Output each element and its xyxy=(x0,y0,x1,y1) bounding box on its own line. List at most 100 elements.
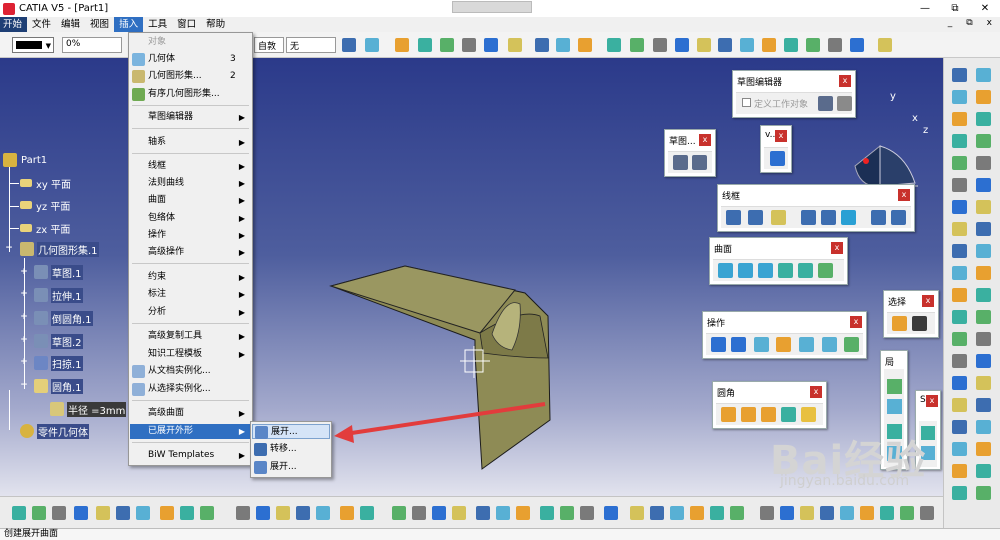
menu-item-geometric-set[interactable]: 几何图形集... 2 xyxy=(130,69,251,84)
toolbar-tool-icon[interactable] xyxy=(535,38,549,52)
toolbar-tool-icon[interactable] xyxy=(653,38,667,52)
workbench-tool-icon[interactable] xyxy=(952,288,967,302)
toolbar-tool-icon[interactable] xyxy=(556,38,570,52)
tree-node-yz-plane[interactable]: yz 平面 xyxy=(20,197,71,213)
plane-icon[interactable] xyxy=(771,210,786,225)
standard-tool-icon[interactable] xyxy=(256,506,270,520)
standard-tool-icon[interactable] xyxy=(276,506,290,520)
workbench-tool-icon[interactable] xyxy=(976,310,991,324)
menu-item-wireframe[interactable]: 线框 ▶ xyxy=(130,159,251,174)
workbench-tool-icon[interactable] xyxy=(952,310,967,324)
tree-node-zx-plane[interactable]: zx 平面 xyxy=(20,220,71,236)
workbench-tool-icon[interactable] xyxy=(952,68,967,82)
split-icon[interactable] xyxy=(731,337,746,352)
fill-icon[interactable] xyxy=(778,263,793,278)
menu-item-annotations[interactable]: 标注 ▶ xyxy=(130,287,251,302)
tree-expander[interactable]: + xyxy=(20,290,28,299)
join-icon[interactable] xyxy=(711,337,726,352)
tritangent-fillet-icon[interactable] xyxy=(801,407,816,422)
workbench-tool-icon[interactable] xyxy=(952,244,967,258)
workbench-tool-icon[interactable] xyxy=(952,222,967,236)
transparency-dropdown[interactable]: 0% xyxy=(62,37,122,53)
standard-tool-icon[interactable] xyxy=(860,506,874,520)
menu-view[interactable]: 视图 xyxy=(85,17,114,32)
workbench-tool-icon[interactable] xyxy=(952,486,967,500)
toolbar-tool-icon[interactable] xyxy=(630,38,644,52)
workbench-tool-icon[interactable] xyxy=(976,200,991,214)
workbench-tool-icon[interactable] xyxy=(976,398,991,412)
edge-fillet-icon[interactable] xyxy=(741,407,756,422)
standard-tool-icon[interactable] xyxy=(920,506,934,520)
standard-tool-icon[interactable] xyxy=(412,506,426,520)
standard-tool-icon[interactable] xyxy=(32,506,46,520)
menu-item-sketcher[interactable]: 草图编辑器 ▶ xyxy=(130,110,251,125)
workbench-tool-icon[interactable] xyxy=(952,420,967,434)
standard-tool-icon[interactable] xyxy=(200,506,214,520)
toolbar-tool-icon[interactable] xyxy=(462,38,476,52)
close-button[interactable]: ✕ xyxy=(970,0,1000,17)
linetype-dropdown[interactable]: 自敦 xyxy=(254,37,284,53)
tree-expander[interactable]: + xyxy=(20,268,28,277)
toolbar-tool-icon[interactable] xyxy=(762,38,776,52)
shape-fillet-icon[interactable] xyxy=(721,407,736,422)
menu-item-operations[interactable]: 操作 ▶ xyxy=(130,228,251,243)
toolbar-tool-icon[interactable] xyxy=(418,38,432,52)
standard-tool-icon[interactable] xyxy=(316,506,330,520)
toolbar-tool-icon[interactable] xyxy=(878,38,892,52)
variable-fillet-icon[interactable] xyxy=(761,407,776,422)
menu-item-biw-templates[interactable]: BiW Templates ▶ xyxy=(130,448,251,463)
toolbar-tool-icon[interactable] xyxy=(342,38,356,52)
workbench-tool-icon[interactable] xyxy=(976,332,991,346)
tree-node-sketch2[interactable]: 草图.2 xyxy=(34,333,83,349)
blend-icon[interactable] xyxy=(818,263,833,278)
toolbar-tool-icon[interactable] xyxy=(508,38,522,52)
projection-icon[interactable] xyxy=(801,210,816,225)
menu-file[interactable]: 文件 xyxy=(27,17,56,32)
standard-tool-icon[interactable] xyxy=(580,506,594,520)
tree-node-sweep1[interactable]: 扫掠.1 xyxy=(34,355,83,371)
workbench-tool-icon[interactable] xyxy=(952,134,967,148)
intersection-icon[interactable] xyxy=(821,210,836,225)
standard-tool-icon[interactable] xyxy=(730,506,744,520)
menu-window[interactable]: 窗口 xyxy=(172,17,201,32)
tree-expander[interactable]: − xyxy=(5,244,13,253)
workbench-tool-icon[interactable] xyxy=(976,178,991,192)
workbench-tool-icon[interactable] xyxy=(976,68,991,82)
menu-item-advanced-replication[interactable]: 高级复制工具 ▶ xyxy=(130,329,251,344)
workbench-tool-icon[interactable] xyxy=(976,420,991,434)
workbench-tool-icon[interactable] xyxy=(952,398,967,412)
standard-tool-icon[interactable] xyxy=(52,506,66,520)
toolbar-tool-icon[interactable] xyxy=(578,38,592,52)
tree-node-part1[interactable]: Part1 xyxy=(3,152,48,168)
standard-tool-icon[interactable] xyxy=(710,506,724,520)
minimize-button[interactable]: — xyxy=(910,0,940,17)
toolbar-tool-icon[interactable] xyxy=(697,38,711,52)
grid-icon[interactable] xyxy=(770,151,785,166)
workbench-tool-icon[interactable] xyxy=(976,156,991,170)
transform-icon[interactable] xyxy=(844,337,859,352)
standard-tool-icon[interactable] xyxy=(432,506,446,520)
workbench-tool-icon[interactable] xyxy=(976,288,991,302)
sketch-position-icon[interactable] xyxy=(692,155,707,170)
standard-tool-icon[interactable] xyxy=(690,506,704,520)
workbench-tool-icon[interactable] xyxy=(976,244,991,258)
offset-icon[interactable] xyxy=(841,210,856,225)
layer-dropdown[interactable]: 无 xyxy=(286,37,336,53)
menu-item-instantiate-from-document[interactable]: 从文档实例化... xyxy=(130,364,251,379)
workbench-tool-icon[interactable] xyxy=(952,376,967,390)
tree-expander[interactable]: + xyxy=(20,336,28,345)
workbench-tool-icon[interactable] xyxy=(952,354,967,368)
standard-tool-icon[interactable] xyxy=(560,506,574,520)
extrapolate-icon[interactable] xyxy=(822,337,837,352)
standard-tool-icon[interactable] xyxy=(296,506,310,520)
workbench-tool-icon[interactable] xyxy=(976,442,991,456)
menu-item-advanced-operations[interactable]: 高级操作 ▶ xyxy=(130,245,251,260)
workbench-tool-icon[interactable] xyxy=(976,266,991,280)
doc-minimize-button[interactable]: _ xyxy=(948,18,953,28)
standard-tool-icon[interactable] xyxy=(116,506,130,520)
close-icon[interactable]: x xyxy=(699,134,711,146)
menu-tools[interactable]: 工具 xyxy=(143,17,172,32)
toolbar-tool-icon[interactable] xyxy=(607,38,621,52)
tree-node-xy-plane[interactable]: xy 平面 xyxy=(20,175,72,191)
close-icon[interactable]: x xyxy=(926,395,938,407)
